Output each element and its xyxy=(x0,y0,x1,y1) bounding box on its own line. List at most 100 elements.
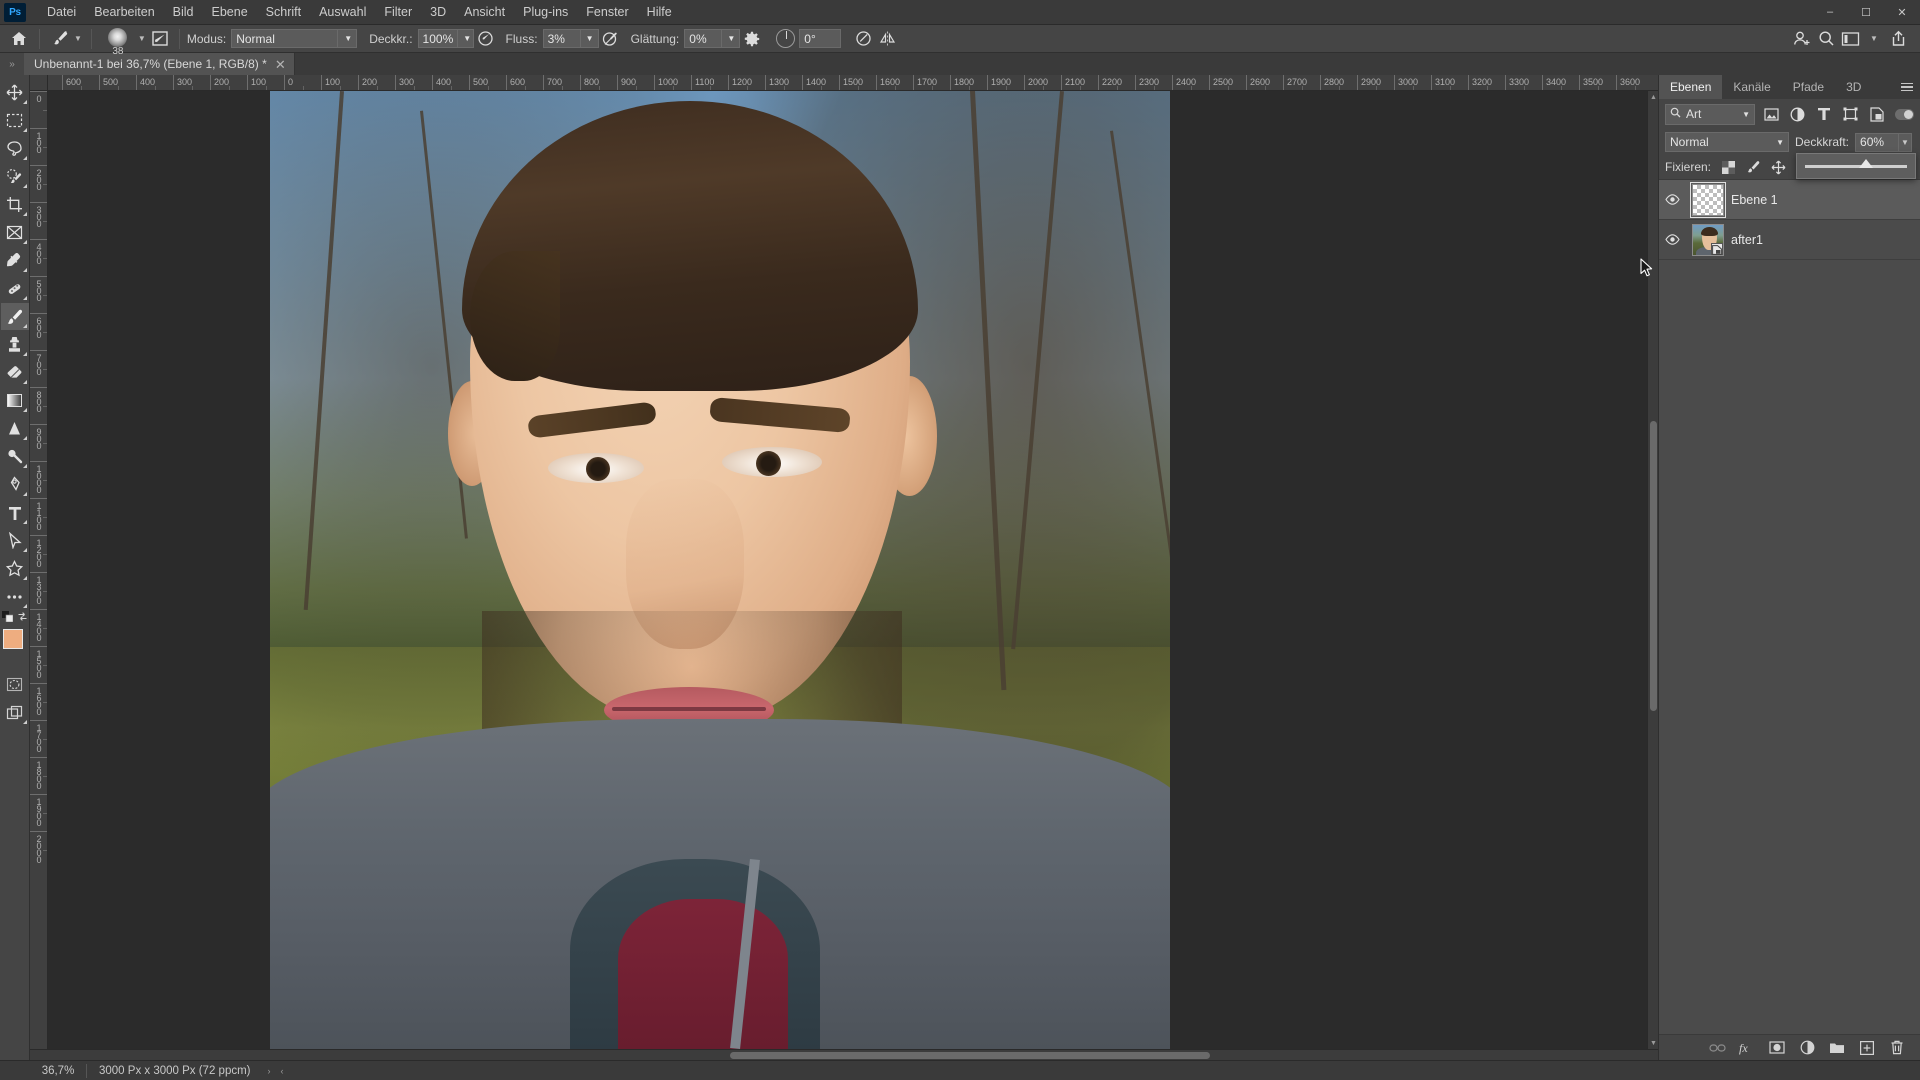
layer-thumbnail-cell[interactable] xyxy=(1685,181,1731,218)
angle-value[interactable]: 0° xyxy=(799,29,842,48)
add-layer-mask-icon[interactable] xyxy=(1768,1039,1786,1057)
menu-item-ebene[interactable]: Ebene xyxy=(203,0,257,25)
delete-layer-icon[interactable] xyxy=(1888,1039,1906,1057)
menu-item-ansicht[interactable]: Ansicht xyxy=(455,0,514,25)
layer-name-after1[interactable]: after1 xyxy=(1731,233,1763,247)
tab-pfade[interactable]: Pfade xyxy=(1782,75,1835,99)
layer-opacity-value[interactable]: 60% xyxy=(1855,132,1900,152)
filter-adjustment-icon[interactable] xyxy=(1788,103,1808,125)
close-button[interactable]: ✕ xyxy=(1884,0,1920,25)
chevron-down-icon[interactable]: ▼ xyxy=(74,34,82,43)
frame-tool[interactable] xyxy=(1,219,29,246)
menu-item-bild[interactable]: Bild xyxy=(164,0,203,25)
foreground-color-swatch[interactable] xyxy=(2,629,23,649)
airbrush-icon[interactable] xyxy=(599,28,623,50)
zoom-level[interactable]: 36,7% xyxy=(30,1065,86,1077)
pen-tool[interactable] xyxy=(1,471,29,498)
horizontal-ruler[interactable]: 7006005004003002001000100200300400500600… xyxy=(48,75,1658,91)
status-next-arrow[interactable]: › xyxy=(263,1066,276,1076)
menu-item-plugins[interactable]: Plug-ins xyxy=(514,0,577,25)
layer-row-after1[interactable]: after1 xyxy=(1659,220,1920,260)
opacity-input[interactable]: 100% ▼ xyxy=(417,29,474,48)
layer-blend-mode-select[interactable]: Normal ▼ xyxy=(1665,132,1789,152)
panel-expander-icon[interactable]: » xyxy=(0,53,24,75)
add-collaborator-icon[interactable] xyxy=(1790,28,1814,50)
vertical-scroll-thumb[interactable] xyxy=(1650,421,1657,711)
document-tab[interactable]: Unbenannt-1 bei 36,7% (Ebene 1, RGB/8) *… xyxy=(24,53,295,75)
filter-smart-object-icon[interactable] xyxy=(1867,103,1887,125)
canvas-vertical-scrollbar[interactable]: ▲ ▼ xyxy=(1647,91,1658,1049)
crop-tool[interactable] xyxy=(1,191,29,218)
workspace-layout-icon[interactable] xyxy=(1838,28,1862,50)
horizontal-scroll-thumb[interactable] xyxy=(730,1052,1210,1059)
quick-mask-icon[interactable] xyxy=(1,671,29,698)
panel-menu-icon[interactable] xyxy=(1894,75,1920,99)
type-tool[interactable] xyxy=(1,499,29,526)
healing-brush-tool[interactable] xyxy=(1,275,29,302)
tab-ebenen[interactable]: Ebenen xyxy=(1659,75,1723,99)
brush-tool[interactable] xyxy=(0,303,29,330)
brush-angle-control[interactable]: 0° xyxy=(776,29,842,48)
menu-item-fenster[interactable]: Fenster xyxy=(577,0,637,25)
eraser-tool[interactable] xyxy=(1,359,29,386)
path-selection-tool[interactable] xyxy=(1,527,29,554)
slider-knob[interactable] xyxy=(1859,158,1874,168)
symmetry-icon[interactable] xyxy=(875,28,899,50)
tool-preset-picker[interactable]: ▼ xyxy=(47,29,84,49)
layer-thumbnail-cell[interactable] xyxy=(1685,223,1731,256)
vertical-ruler[interactable]: 1000100200300400500600700800900100011001… xyxy=(30,91,48,1049)
maximize-button[interactable]: ☐ xyxy=(1848,0,1884,25)
layer-row-ebene-1[interactable]: Ebene 1 xyxy=(1659,180,1920,220)
scroll-up-arrow[interactable]: ▲ xyxy=(1648,91,1659,103)
layer-visibility-toggle[interactable] xyxy=(1659,194,1685,205)
tab-3d[interactable]: 3D xyxy=(1835,75,1872,99)
pressure-size-icon[interactable] xyxy=(851,28,875,50)
default-colors-icon[interactable] xyxy=(1,611,13,625)
custom-shape-tool[interactable] xyxy=(1,555,29,582)
new-adjustment-layer-icon[interactable] xyxy=(1798,1039,1816,1057)
chevron-down-icon[interactable]: ▼ xyxy=(337,30,352,47)
filter-shape-icon[interactable] xyxy=(1840,103,1860,125)
gradient-tool[interactable] xyxy=(1,387,29,414)
layer-thumbnail-transparent[interactable] xyxy=(1690,181,1726,218)
menu-item-filter[interactable]: Filter xyxy=(375,0,421,25)
menu-item-bearbeiten[interactable]: Bearbeiten xyxy=(85,0,163,25)
filter-pixel-icon[interactable] xyxy=(1761,103,1781,125)
chevron-down-icon[interactable]: ▼ xyxy=(457,30,471,47)
lock-position-icon[interactable] xyxy=(1769,158,1788,177)
new-group-icon[interactable] xyxy=(1828,1039,1846,1057)
new-layer-icon[interactable] xyxy=(1858,1039,1876,1057)
slider-track[interactable] xyxy=(1805,158,1907,168)
layer-thumbnail-photo[interactable] xyxy=(1692,223,1724,256)
canvas-horizontal-scrollbar[interactable] xyxy=(30,1049,1658,1060)
color-swatches[interactable] xyxy=(0,629,32,663)
menu-item-schrift[interactable]: Schrift xyxy=(257,0,310,25)
menu-item-3d[interactable]: 3D xyxy=(421,0,455,25)
scroll-down-arrow[interactable]: ▼ xyxy=(1648,1037,1659,1049)
gear-icon[interactable] xyxy=(740,28,764,50)
document-viewport[interactable] xyxy=(48,91,1647,1049)
blur-tool[interactable] xyxy=(1,415,29,442)
move-tool[interactable] xyxy=(1,79,29,106)
chevron-down-icon[interactable]: ▼ xyxy=(138,34,146,43)
chevron-down-icon[interactable]: ▼ xyxy=(721,30,735,47)
search-icon[interactable] xyxy=(1814,28,1838,50)
quick-selection-tool[interactable] xyxy=(1,163,29,190)
menu-item-auswahl[interactable]: Auswahl xyxy=(310,0,375,25)
pressure-opacity-icon[interactable] xyxy=(474,28,498,50)
layer-style-fx-icon[interactable]: fx xyxy=(1738,1039,1756,1057)
chevron-down-icon[interactable]: ▼ xyxy=(1776,138,1784,147)
menu-item-datei[interactable]: Datei xyxy=(38,0,85,25)
angle-dial-icon[interactable] xyxy=(776,29,796,48)
swap-colors-icon[interactable] xyxy=(17,611,28,625)
brush-size-picker[interactable]: 38 ▼ xyxy=(99,27,148,57)
lasso-tool[interactable] xyxy=(1,135,29,162)
home-icon[interactable] xyxy=(6,28,32,50)
close-icon[interactable]: ✕ xyxy=(275,58,286,71)
menu-item-hilfe[interactable]: Hilfe xyxy=(638,0,681,25)
chevron-down-icon[interactable]: ▼ xyxy=(1899,132,1913,152)
lock-image-icon[interactable] xyxy=(1744,158,1763,177)
layer-filter-kind-select[interactable]: Art ▼ xyxy=(1665,103,1756,125)
link-layers-icon[interactable] xyxy=(1708,1039,1726,1057)
blend-mode-select[interactable]: Normal ▼ xyxy=(231,29,358,48)
